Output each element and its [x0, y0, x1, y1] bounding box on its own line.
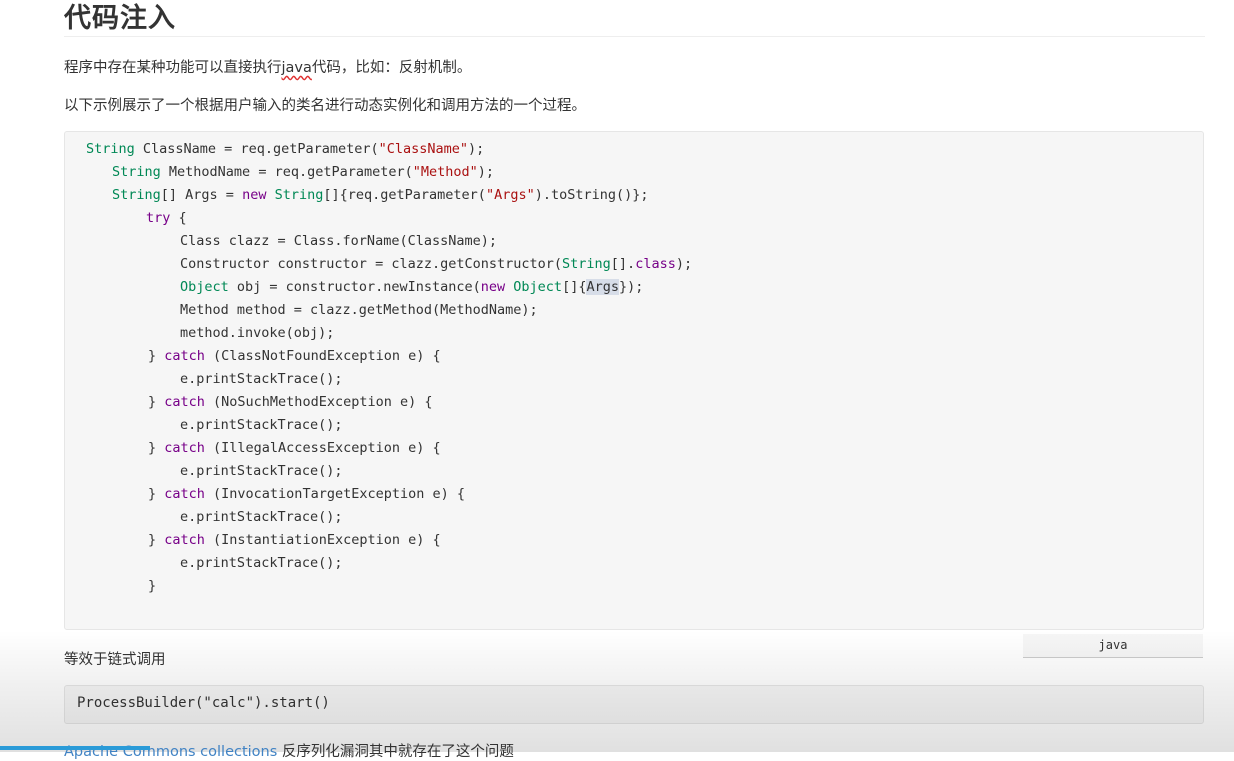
code-token: Class clazz = Class.forName(ClassName); [180, 233, 497, 249]
code-token: []{ [562, 279, 587, 295]
code-line: Method method = clazz.getMethod(MethodNa… [180, 300, 538, 320]
code-token: (NoSuchMethodException e) { [204, 394, 433, 410]
code-token: new [480, 279, 506, 295]
code-token: (IllegalAccessException e) { [204, 440, 441, 456]
code-token: [] Args = [160, 187, 243, 203]
bottom-text-rest: 反序列化漏洞其中就存在了这个问题 [277, 744, 514, 760]
code-line: } catch (InstantiationException e) { [148, 530, 441, 550]
equivalent-text: 等效于链式调用 [64, 652, 166, 668]
code-token: } [148, 486, 165, 502]
code-token: "Args" [485, 187, 535, 203]
code-token: String [274, 187, 324, 203]
code-token: } [148, 348, 165, 364]
code-token: new [242, 187, 267, 203]
code-token: class [635, 256, 676, 272]
inline-code-text: ProcessBuilder("calc").start() [77, 695, 330, 711]
reading-progress-bar [0, 746, 150, 750]
code-line: Object obj = constructor.newInstance(new… [180, 277, 643, 297]
code-token: (InstantiationException e) { [204, 532, 441, 548]
code-token: e.printStackTrace(); [180, 463, 343, 479]
code-line: String MethodName = req.getParameter("Me… [112, 162, 494, 182]
example-description: 以下示例展示了一个根据用户输入的类名进行动态实例化和调用方法的一个过程。 [64, 98, 586, 114]
code-token: "ClassName" [378, 141, 469, 157]
bottom-paragraph: Apache Commons collections 反序列化漏洞其中就存在了这… [64, 740, 514, 761]
code-line: } catch (IllegalAccessException e) { [148, 438, 441, 458]
code-token: ClassName = req.getParameter( [134, 141, 379, 157]
inline-code-block[interactable]: ProcessBuilder("calc").start() [64, 685, 1204, 724]
code-token: { [170, 210, 187, 226]
code-token: e.printStackTrace(); [180, 509, 343, 525]
code-token: catch [164, 440, 205, 456]
intro-paragraph: 程序中存在某种功能可以直接执行java代码，比如：反射机制。 [64, 56, 471, 77]
code-line: e.printStackTrace(); [180, 415, 343, 435]
code-line: Class clazz = Class.forName(ClassName); [180, 231, 497, 251]
code-token: obj = constructor.newInstance( [228, 279, 481, 295]
code-token: catch [164, 532, 205, 548]
code-token: Args [586, 279, 619, 295]
code-token: String [112, 164, 161, 180]
code-token: []{req.getParameter( [323, 187, 486, 203]
spellcheck-word[interactable]: java [282, 60, 312, 76]
code-line: e.printStackTrace(); [180, 461, 343, 481]
code-line: e.printStackTrace(); [180, 553, 343, 573]
code-line: String[] Args = new String[]{req.getPara… [112, 185, 649, 205]
code-token: catch [164, 486, 205, 502]
code-line: e.printStackTrace(); [180, 507, 343, 527]
code-token: Constructor constructor = clazz.getConst… [180, 256, 563, 272]
code-token: String [562, 256, 611, 272]
code-token: } [148, 440, 165, 456]
code-token: } [148, 578, 157, 594]
code-token: try [146, 210, 171, 226]
code-token: } [148, 394, 165, 410]
code-token: []. [610, 256, 636, 272]
intro-text-start: 程序中存在某种功能可以直接执行 [64, 60, 282, 76]
code-token: (InvocationTargetException e) { [204, 486, 465, 502]
section-heading: 代码注入 [64, 2, 1205, 37]
code-token: (ClassNotFoundException e) { [204, 348, 441, 364]
code-line: } [148, 576, 156, 596]
code-token: e.printStackTrace(); [180, 371, 343, 387]
code-token: catch [164, 394, 205, 410]
code-language-selector[interactable]: java [1023, 634, 1203, 658]
code-token: ).toString()}; [534, 187, 649, 203]
page-title: 代码注入 [64, 3, 176, 34]
code-line: Constructor constructor = clazz.getConst… [180, 254, 692, 274]
code-token: } [148, 532, 165, 548]
code-token: Method method = clazz.getMethod(MethodNa… [180, 302, 538, 318]
code-token: ); [468, 141, 485, 157]
code-token: method.invoke(obj); [180, 325, 335, 341]
code-token: Object [180, 279, 229, 295]
code-token: e.printStackTrace(); [180, 555, 343, 571]
code-token: MethodName = req.getParameter( [160, 164, 413, 180]
code-line: } catch (NoSuchMethodException e) { [148, 392, 432, 412]
code-token: ); [675, 256, 693, 272]
code-token: "Method" [412, 164, 478, 180]
code-token: catch [164, 348, 205, 364]
code-token: e.printStackTrace(); [180, 417, 343, 433]
code-token: }); [618, 279, 644, 295]
code-line: String ClassName = req.getParameter("Cla… [86, 139, 484, 159]
code-token: Object [513, 279, 563, 295]
code-line: } catch (InvocationTargetException e) { [148, 484, 465, 504]
code-token: String [112, 187, 161, 203]
code-line: } catch (ClassNotFoundException e) { [148, 346, 441, 366]
intro-text-end: 代码，比如：反射机制。 [311, 60, 472, 76]
code-line: method.invoke(obj); [180, 323, 334, 343]
code-token: ); [477, 164, 495, 180]
code-line: e.printStackTrace(); [180, 369, 343, 389]
code-token: String [86, 141, 135, 157]
code-line: try { [146, 208, 187, 228]
